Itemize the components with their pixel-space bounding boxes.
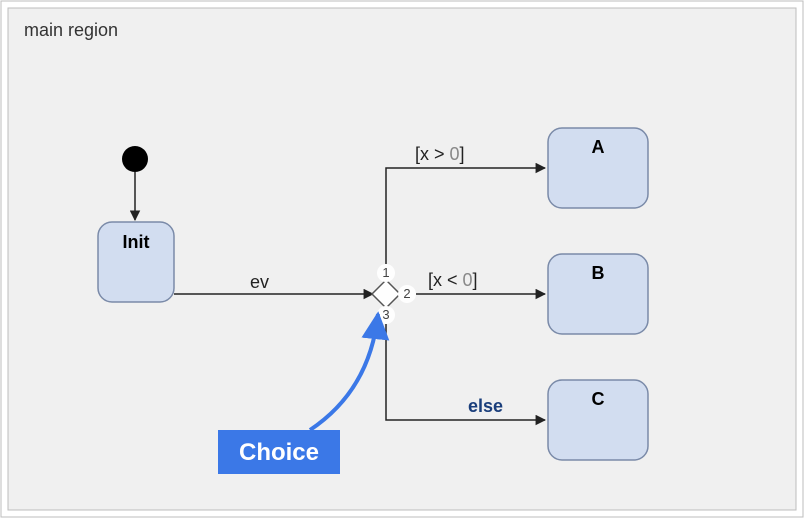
state-B-label: B — [592, 263, 605, 283]
choice-port-2-label: 2 — [403, 286, 410, 301]
state-init-label: Init — [123, 232, 150, 252]
initial-state-icon — [122, 146, 148, 172]
region-title: main region — [24, 20, 118, 40]
annotation-choice-label: Choice — [239, 439, 319, 466]
transition-ev-label: ev — [250, 272, 269, 292]
transition-guard-xlt0-label: [x < 0] — [428, 270, 478, 290]
transition-guard-xgt0-label: [x > 0] — [415, 144, 465, 164]
choice-port-1-label: 1 — [382, 265, 389, 280]
transition-else-label: else — [468, 396, 503, 416]
state-C-label: C — [592, 389, 605, 409]
choice-port-3-label: 3 — [382, 307, 389, 322]
state-A-label: A — [592, 137, 605, 157]
